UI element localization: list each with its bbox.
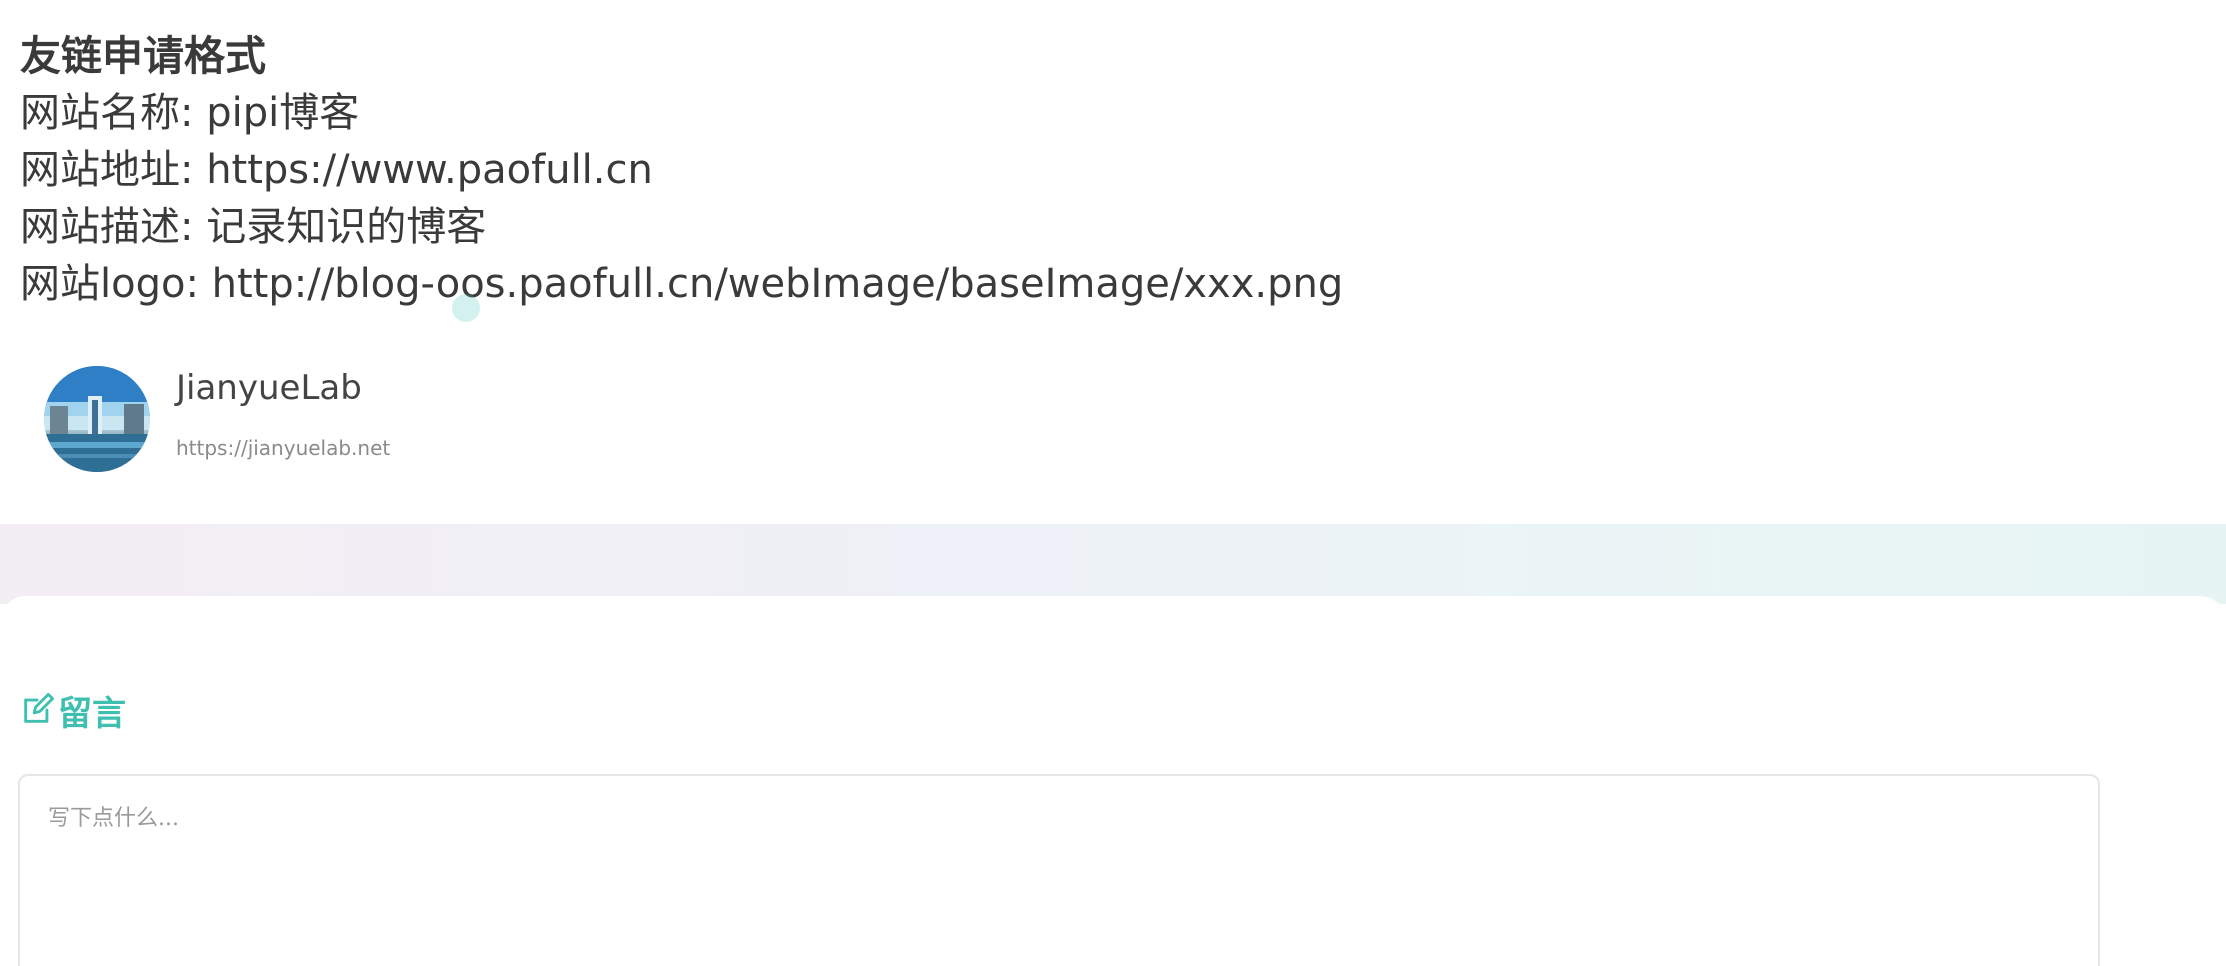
format-line-site-url: 网站地址: https://www.paofull.cn <box>20 147 653 193</box>
format-line-site-logo: 网站logo: http://blog-oos.paofull.cn/webIm… <box>20 261 1344 307</box>
comment-heading: 留言 <box>20 690 126 734</box>
cursor-indicator <box>452 294 480 322</box>
comment-heading-label: 留言 <box>58 693 126 734</box>
friend-name[interactable]: JianyueLab <box>176 368 362 408</box>
landscape-avatar-icon <box>44 366 150 472</box>
format-line-site-name: 网站名称: pipi博客 <box>20 90 360 136</box>
avatar[interactable] <box>44 366 150 472</box>
edit-icon <box>24 693 54 723</box>
format-title: 友链申请格式 <box>20 32 266 80</box>
comment-input[interactable] <box>18 774 2100 966</box>
format-line-site-description: 网站描述: 记录知识的博客 <box>20 204 487 250</box>
friend-link-card[interactable]: JianyueLab https://jianyuelab.net <box>44 364 644 474</box>
page: 友链申请格式 网站名称: pipi博客 网站地址: https://www.pa… <box>0 0 2226 966</box>
friend-url[interactable]: https://jianyuelab.net <box>176 436 390 460</box>
friend-link-format: 友链申请格式 网站名称: pipi博客 网站地址: https://www.pa… <box>20 28 1343 313</box>
section-divider <box>0 524 2226 604</box>
